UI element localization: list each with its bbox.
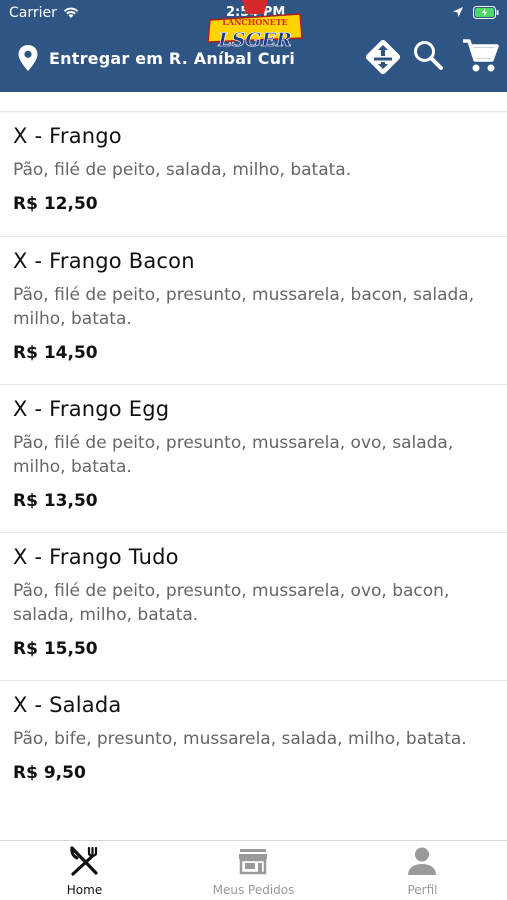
wifi-icon [63, 7, 79, 18]
product-item[interactable]: X - Salada Pão, bife, presunto, mussarel… [0, 681, 507, 840]
product-description: Pão, bife, presunto, mussarela, salada, … [13, 729, 467, 749]
tab-orders[interactable]: Meus Pedidos [169, 841, 338, 900]
tab-profile[interactable]: Perfil [338, 841, 507, 900]
tab-home-label: Home [66, 883, 103, 897]
product-item[interactable]: X - Frango Pão, filé de peito, salada, m… [0, 112, 507, 237]
carrier-label: Carrier [9, 5, 57, 21]
product-price: R$ 15,50 [13, 639, 98, 659]
product-title: X - Frango [13, 124, 122, 148]
app-header: Carrier 2:54 PM LANCHONETE LSGER Entrega… [0, 0, 507, 92]
product-description: Pão, filé de peito, presunto, mussarela,… [13, 433, 454, 477]
product-description: Pão, filé de peito, salada, milho, batat… [13, 160, 352, 180]
tab-profile-label: Perfil [407, 883, 438, 897]
cart-icon[interactable] [461, 38, 499, 74]
tab-home[interactable]: Home [0, 841, 169, 900]
product-price: R$ 14,50 [13, 343, 98, 363]
product-price: R$ 13,50 [13, 491, 98, 511]
tab-orders-label: Meus Pedidos [212, 883, 295, 897]
tab-bar: Home Meus Pedidos Perfil [0, 840, 507, 900]
utensils-icon [70, 846, 98, 876]
product-item[interactable]: X - Frango Bacon Pão, filé de peito, pre… [0, 237, 507, 385]
location-pin-icon[interactable] [17, 44, 39, 72]
product-price: R$ 9,50 [13, 763, 86, 783]
product-description: Pão, filé de peito, presunto, mussarela,… [13, 581, 450, 625]
search-icon[interactable] [412, 39, 444, 71]
product-title: X - Frango Egg [13, 397, 170, 421]
store-icon [239, 849, 267, 875]
product-list[interactable]: X - Frango Pão, filé de peito, salada, m… [0, 92, 507, 840]
list-top-divider [0, 92, 507, 112]
battery-icon [473, 6, 499, 19]
product-title: X - Frango Tudo [13, 545, 179, 569]
product-title: X - Frango Bacon [13, 249, 195, 273]
product-item[interactable]: X - Frango Tudo Pão, filé de peito, pres… [0, 533, 507, 681]
logo-top-text: LANCHONETE [222, 17, 288, 27]
logo-bottom-text: LSGER [217, 29, 292, 51]
person-icon [408, 847, 436, 875]
directions-icon[interactable] [362, 36, 404, 78]
delivery-address[interactable]: Entregar em R. Aníbal Curi [49, 49, 295, 68]
location-arrow-icon [453, 7, 463, 17]
product-title: X - Salada [13, 693, 122, 717]
product-description: Pão, filé de peito, presunto, mussarela,… [13, 285, 475, 329]
product-price: R$ 12,50 [13, 194, 98, 214]
product-item[interactable]: X - Frango Egg Pão, filé de peito, presu… [0, 385, 507, 533]
